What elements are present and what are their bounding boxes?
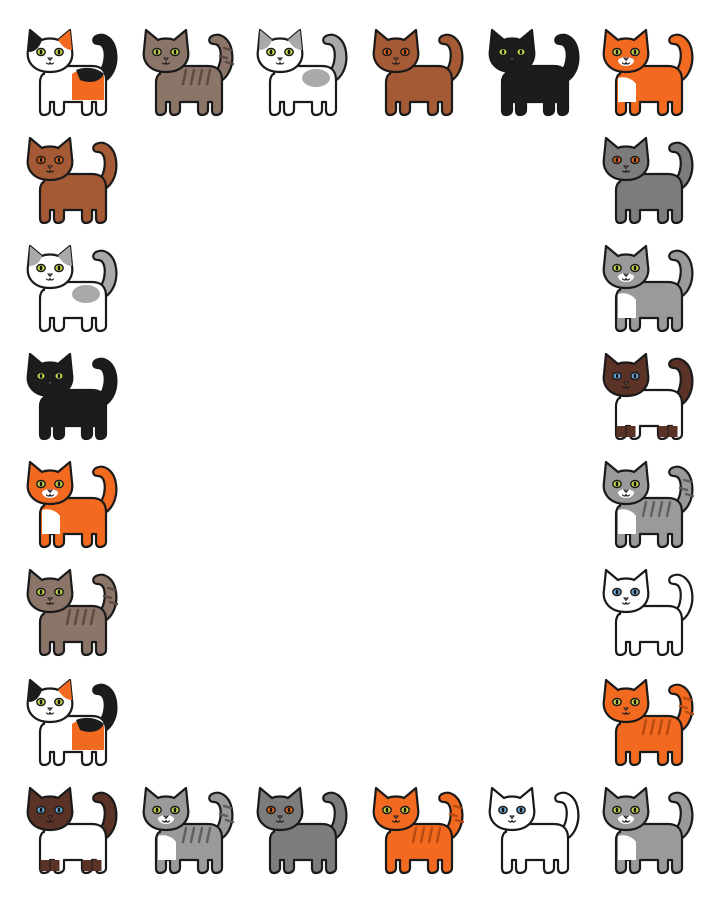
head-shape <box>602 136 650 182</box>
head-shape <box>26 136 74 182</box>
cat-orange-tabby-icon <box>596 672 700 776</box>
cat-calico-2-icon <box>20 672 124 776</box>
cat-grey-tabby-white-2-icon <box>136 780 240 884</box>
cat-white-grey-2-icon <box>20 238 124 342</box>
head-shape <box>372 28 420 74</box>
cat-white-grey-icon <box>250 22 354 126</box>
grey-spot <box>302 69 330 87</box>
cat-white-2-icon <box>482 780 586 884</box>
body-shape <box>614 714 684 767</box>
head-shape <box>256 786 304 832</box>
cat-orange-white-2-icon <box>20 454 124 558</box>
body-shape <box>614 172 684 225</box>
cat-grey-white-2-icon <box>596 780 700 884</box>
blank-center-area <box>140 130 580 780</box>
body-shape <box>500 64 570 117</box>
cat-border-frame <box>0 0 720 900</box>
cat-white-icon <box>596 562 700 666</box>
head-shape <box>26 352 74 398</box>
cat-grey-tabby-white-icon <box>596 454 700 558</box>
body-shape <box>154 64 224 117</box>
body-shape <box>614 604 684 657</box>
head-shape <box>602 678 650 724</box>
cat-orange-tabby-2-icon <box>366 780 470 884</box>
head-shape <box>26 568 74 614</box>
body-shape <box>268 822 338 875</box>
cat-brown-tabby-icon <box>136 22 240 126</box>
cat-brown-tabby-2-icon <box>20 562 124 666</box>
cat-black-2-icon <box>20 346 124 450</box>
cat-grey-icon <box>596 130 700 234</box>
cat-black-icon <box>482 22 586 126</box>
cat-grey-white-icon <box>596 238 700 342</box>
body-shape <box>38 604 108 657</box>
head-shape <box>488 28 536 74</box>
body-shape <box>500 822 570 875</box>
cat-calico-icon <box>20 22 124 126</box>
head-shape <box>142 28 190 74</box>
head-shape <box>602 568 650 614</box>
cat-orange-white-icon <box>596 22 700 126</box>
cat-siamese-2-icon <box>20 780 124 884</box>
body-shape <box>38 388 108 441</box>
cat-brown-2-icon <box>20 130 124 234</box>
body-shape <box>38 172 108 225</box>
cat-siamese-icon <box>596 346 700 450</box>
body-shape <box>384 822 454 875</box>
head-shape <box>372 786 420 832</box>
grey-spot <box>72 285 100 303</box>
head-shape <box>488 786 536 832</box>
cat-grey-2-icon <box>250 780 354 884</box>
cat-brown-icon <box>366 22 470 126</box>
body-shape <box>384 64 454 117</box>
